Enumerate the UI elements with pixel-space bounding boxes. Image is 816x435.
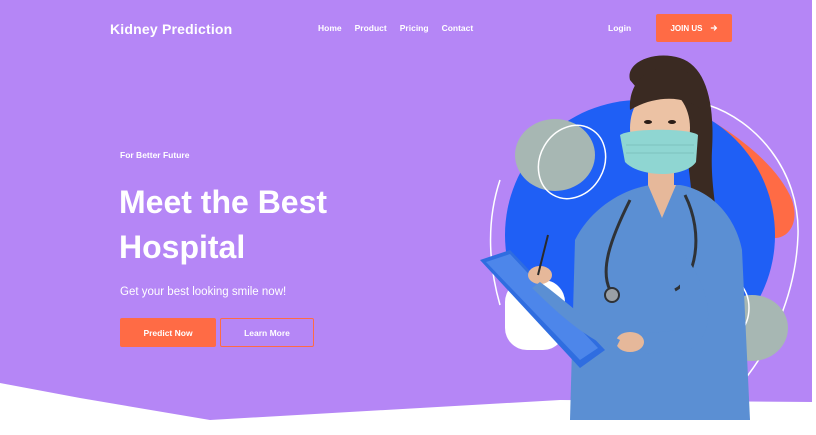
- main-nav: Home Product Pricing Contact: [318, 23, 486, 33]
- hero-tagline: For Better Future: [120, 150, 190, 160]
- outline-curve-left-shape: [489, 179, 501, 306]
- join-us-label: JOIN US: [670, 23, 703, 33]
- gray-blob-top-shape: [515, 119, 595, 191]
- headline-line-2: Hospital: [119, 229, 246, 265]
- nav-product[interactable]: Product: [355, 23, 387, 33]
- brand-logo[interactable]: Kidney Prediction: [110, 21, 232, 37]
- nav-home[interactable]: Home: [318, 23, 342, 33]
- nav-contact[interactable]: Contact: [442, 23, 474, 33]
- hero-section: Kidney Prediction Home Product Pricing C…: [0, 0, 812, 435]
- headline-line-1: Meet the Best: [119, 184, 328, 220]
- arrow-right-icon: [710, 25, 717, 31]
- page-right-edge: [812, 0, 816, 435]
- hero-headline: Meet the Best Hospital: [119, 180, 419, 270]
- login-link[interactable]: Login: [608, 23, 631, 33]
- nav-pricing[interactable]: Pricing: [400, 23, 429, 33]
- join-us-button[interactable]: JOIN US: [656, 14, 732, 42]
- nurse-illustration: [480, 55, 799, 420]
- learn-more-button[interactable]: Learn More: [220, 318, 314, 347]
- predict-now-button[interactable]: Predict Now: [120, 318, 216, 347]
- hero-subhead: Get your best looking smile now!: [120, 286, 287, 298]
